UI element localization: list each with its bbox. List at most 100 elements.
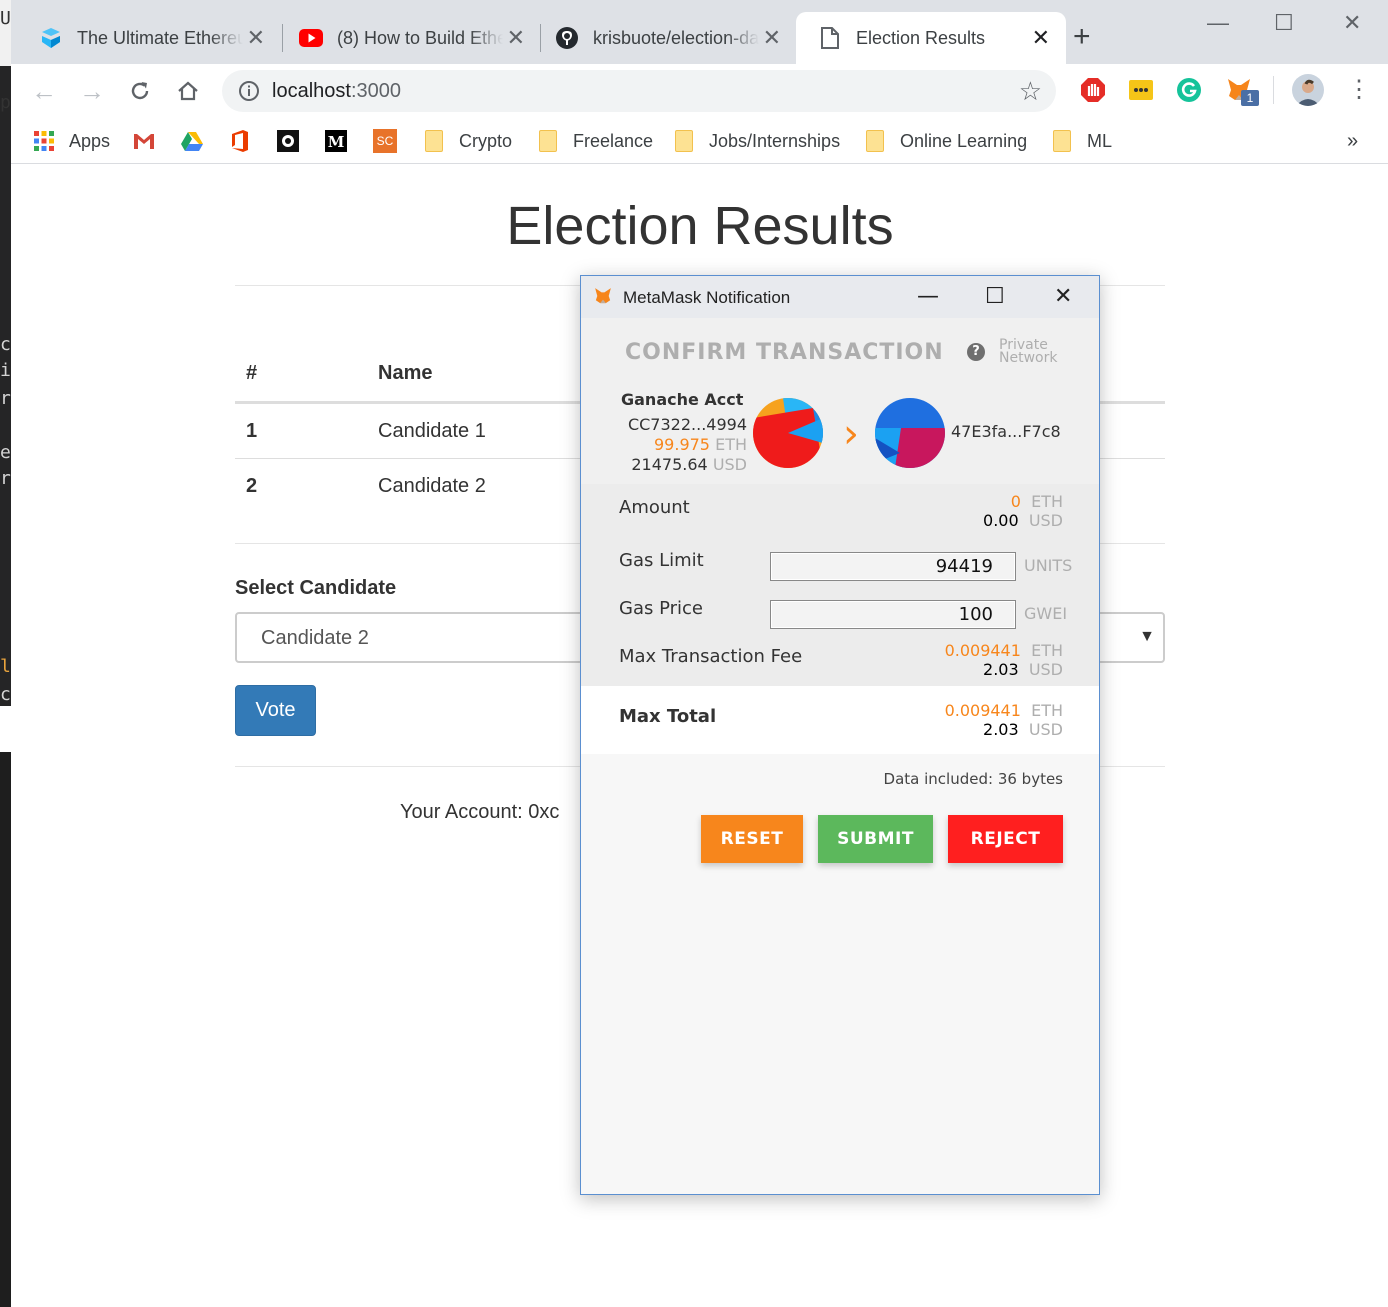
- amount-label: Amount: [619, 497, 690, 518]
- metamask-window-title: MetaMask Notification: [623, 288, 791, 307]
- max-fee-label: Max Transaction Fee: [619, 646, 803, 667]
- bookmark-gmail[interactable]: [133, 128, 169, 154]
- home-icon[interactable]: [171, 74, 205, 108]
- usd-value: 0.00: [983, 511, 1019, 530]
- apps-grid-icon: [33, 130, 55, 152]
- github-icon: [555, 26, 579, 50]
- gas-price-input[interactable]: 100: [770, 600, 1016, 629]
- tab-ultimate-ethereum[interactable]: The Ultimate Ethereum ✕: [17, 12, 281, 64]
- desktop-text-fragment: c: [0, 684, 11, 705]
- tab-election-results[interactable]: Election Results ✕: [796, 12, 1066, 64]
- close-window-button[interactable]: ✕: [1054, 284, 1072, 309]
- folder-icon: [537, 130, 559, 152]
- browser-menu-icon[interactable]: ⋮: [1345, 76, 1373, 104]
- table-cell-name: Candidate 2: [378, 475, 486, 497]
- desktop-text-fragment: p: [0, 92, 11, 113]
- close-tab-icon[interactable]: ✕: [247, 26, 265, 50]
- bookmark-medium[interactable]: M: [325, 128, 361, 154]
- close-tab-icon[interactable]: ✕: [763, 26, 781, 50]
- submit-button[interactable]: SUBMIT: [818, 815, 933, 863]
- bookmarks-overflow-button[interactable]: »: [1347, 128, 1358, 154]
- network-line: Network: [999, 350, 1058, 366]
- account-address: Your Account: 0xc: [400, 801, 560, 823]
- bookmark-label: Crypto: [459, 130, 513, 151]
- metamask-fox-icon: [593, 286, 613, 310]
- amount-usd: 0.00 USD: [983, 511, 1063, 530]
- bookmark-apps[interactable]: Apps: [33, 128, 110, 154]
- help-question-icon[interactable]: ?: [967, 343, 985, 361]
- bookmark-folder-online-learning[interactable]: Online Learning: [864, 128, 1027, 154]
- table-cell-name: Candidate 1: [378, 420, 486, 442]
- profile-avatar[interactable]: [1292, 74, 1324, 106]
- minimize-window-button[interactable]: —: [1207, 10, 1229, 36]
- medium-icon: M: [325, 130, 347, 152]
- bookmark-dark-circle[interactable]: [277, 128, 313, 154]
- info-icon[interactable]: [238, 80, 260, 107]
- close-tab-icon[interactable]: ✕: [1032, 26, 1050, 50]
- maximize-window-button[interactable]: ☐: [1274, 10, 1294, 36]
- close-tab-icon[interactable]: ✕: [507, 26, 525, 50]
- bookmark-office[interactable]: [229, 128, 265, 154]
- selected-candidate: Candidate 2: [261, 627, 369, 649]
- max-total-section: Max Total 0.009441 ETH 2.03 USD: [581, 686, 1099, 754]
- transaction-details: Amount 0 ETH 0.00 USD Gas Limit 94419 UN…: [581, 484, 1099, 686]
- new-tab-button[interactable]: +: [1073, 22, 1091, 52]
- desktop-text-fragment: i: [0, 360, 11, 381]
- maximize-window-button[interactable]: ☐: [985, 284, 1005, 309]
- metamask-icon[interactable]: 1: [1225, 76, 1259, 106]
- bookmark-folder-ml[interactable]: ML: [1051, 128, 1112, 154]
- tab-strip: The Ultimate Ethereum ✕ (8) How to Build…: [11, 0, 1388, 64]
- desktop-text-fragment: U: [0, 8, 11, 29]
- metamask-notification-window: MetaMask Notification — ☐ ✕ CONFIRM TRAN…: [580, 275, 1100, 1195]
- tab-youtube[interactable]: (8) How to Build Ethereum ✕: [277, 12, 541, 64]
- sc-icon: SC: [373, 129, 397, 153]
- bookmark-folder-crypto[interactable]: Crypto: [423, 128, 512, 154]
- extension-badge: 1: [1241, 90, 1259, 106]
- minimize-window-button[interactable]: —: [917, 284, 939, 309]
- column-header-name: Name: [378, 362, 433, 384]
- bookmark-label: ML: [1087, 130, 1113, 151]
- table-cell-id: 2: [246, 475, 258, 497]
- gas-limit-label: Gas Limit: [619, 550, 704, 571]
- max-fee-usd: 2.03 USD: [983, 660, 1063, 679]
- reject-button[interactable]: REJECT: [948, 815, 1063, 863]
- vote-button[interactable]: Vote: [235, 685, 316, 736]
- eth-value: 0: [1010, 492, 1021, 511]
- back-arrow-icon[interactable]: ←: [27, 74, 61, 108]
- bookmark-label: Freelance: [573, 130, 654, 151]
- reload-icon[interactable]: [123, 74, 157, 108]
- from-account-eth-balance: 99.975 ETH: [654, 435, 747, 454]
- usd-unit: USD: [1028, 660, 1063, 679]
- browser-toolbar: ← → localhost:3000 ☆ 1 ⋮: [11, 64, 1388, 118]
- forward-arrow-icon[interactable]: →: [75, 74, 109, 108]
- bookmark-folder-freelance[interactable]: Freelance: [537, 128, 653, 154]
- bookmark-google-drive[interactable]: [181, 128, 217, 154]
- desktop-text-fragment: r: [0, 468, 11, 489]
- gas-limit-input[interactable]: 94419: [770, 552, 1016, 581]
- reset-button[interactable]: RESET: [701, 815, 803, 863]
- eth-unit: ETH: [1031, 641, 1063, 660]
- lastpass-icon[interactable]: [1127, 76, 1155, 104]
- select-candidate-label: Select Candidate: [235, 577, 397, 599]
- eth-value: 99.975: [654, 435, 710, 454]
- tab-github[interactable]: krisbuote/election-dapp ✕: [533, 12, 797, 64]
- address-bar[interactable]: localhost:3000 ☆: [222, 70, 1056, 112]
- eth-unit: ETH: [715, 435, 747, 454]
- close-window-button[interactable]: ✕: [1343, 10, 1361, 36]
- folder-icon: [1051, 130, 1073, 152]
- folder-icon: [864, 130, 886, 152]
- bookmarks-bar: Apps M SC Crypto Freelance Jobs/Internsh…: [11, 118, 1388, 164]
- tab-title: (8) How to Build Ethereum: [337, 27, 503, 48]
- youtube-icon: [299, 26, 323, 50]
- office-icon: [229, 130, 251, 152]
- bookmark-star-icon[interactable]: ☆: [1019, 76, 1042, 107]
- bookmark-folder-jobs[interactable]: Jobs/Internships: [673, 128, 840, 154]
- adblock-icon[interactable]: [1079, 76, 1107, 104]
- data-included-text: Data included: 36 bytes: [883, 770, 1063, 788]
- bookmark-label: Online Learning: [900, 130, 1028, 151]
- grammarly-icon[interactable]: [1175, 76, 1203, 104]
- metamask-titlebar: MetaMask Notification — ☐ ✕: [581, 276, 1099, 318]
- gas-price-unit: GWEI: [1024, 604, 1068, 623]
- bookmark-sc[interactable]: SC: [373, 128, 411, 154]
- table-cell-id: 1: [246, 420, 258, 442]
